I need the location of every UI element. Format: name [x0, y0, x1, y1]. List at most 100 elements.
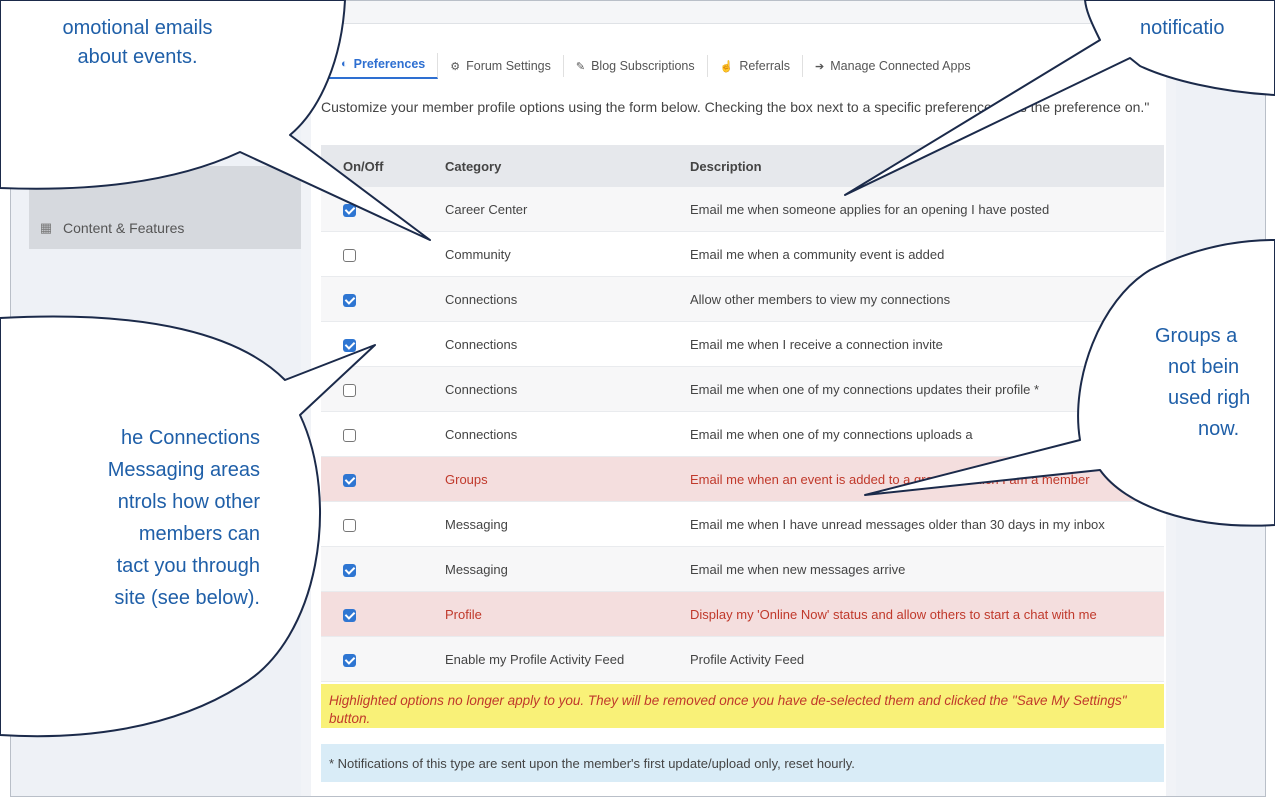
tab-label: Blog Subscriptions: [591, 59, 695, 73]
highlight-note: Highlighted options no longer apply to y…: [321, 684, 1164, 728]
grid-icon: ▦: [39, 220, 53, 235]
preference-checkbox[interactable]: [343, 608, 356, 622]
groups-callout-line-2: not bein: [1168, 356, 1240, 378]
sidebar-item-label: Content & Features: [63, 220, 185, 236]
groups-callout-line-1: Groups a: [1155, 325, 1238, 347]
tab-referrals[interactable]: ☝ Referrals: [708, 55, 804, 77]
toggle-icon: ◐: [341, 58, 348, 70]
edit-icon: ✎: [575, 60, 586, 73]
checkbox-cell: [321, 187, 445, 232]
groups-callout-line-3: used righ: [1168, 387, 1251, 409]
preference-checkbox[interactable]: [343, 653, 356, 667]
table-row: Connections Email me when I receive a con…: [321, 321, 1164, 367]
preference-checkbox[interactable]: [343, 518, 356, 532]
table-row: Groups Email me when an event is added to…: [321, 456, 1164, 502]
preference-checkbox[interactable]: [343, 248, 356, 262]
category-cell: Connections: [445, 366, 690, 412]
description-cell: Allow other members to view my connectio…: [690, 276, 1164, 322]
preference-checkbox[interactable]: [343, 563, 356, 577]
category-cell: Messaging: [445, 546, 690, 592]
sidebar-item-previous[interactable]: [29, 166, 301, 208]
category-cell: Connections: [445, 321, 690, 367]
header-category: Category: [445, 145, 690, 187]
category-cell: Connections: [445, 411, 690, 457]
category-cell: Career Center: [445, 187, 690, 232]
table-row: Profile Display my 'Online Now' status an…: [321, 591, 1164, 637]
description-cell: Email me when someone applies for an ope…: [690, 187, 1164, 232]
table-header-row: On/Off Category Description: [321, 145, 1164, 187]
table-row: Messaging Email me when new messages arri…: [321, 546, 1164, 592]
thumbs-up-icon: ☝: [719, 60, 734, 73]
gears-icon: ⚙: [450, 60, 461, 73]
notification-callout-line-1: notificatio: [1140, 17, 1225, 39]
app-frame: ▦ Content & Features ◐ Preferences ⚙ For…: [10, 0, 1266, 797]
tab-preferences[interactable]: ◐ Preferences: [329, 53, 439, 79]
checkbox-cell: [321, 276, 445, 322]
tab-manage-connected-apps[interactable]: ➔ Manage Connected Apps: [803, 55, 983, 77]
checkbox-cell: [321, 546, 445, 592]
tab-label: Preferences: [353, 57, 426, 71]
tab-forum-settings[interactable]: ⚙ Forum Settings: [438, 55, 564, 77]
connections-callout-line-6: site (see below).: [114, 587, 260, 609]
checkbox-cell: [321, 636, 445, 682]
checkbox-cell: [321, 456, 445, 502]
checkbox-cell: [321, 411, 445, 457]
preference-checkbox[interactable]: [343, 338, 356, 352]
description-cell: Email me when one of my connections uplo…: [690, 411, 1164, 457]
category-cell: Connections: [445, 276, 690, 322]
category-cell: Messaging: [445, 501, 690, 547]
tab-label: Referrals: [739, 59, 791, 73]
table-row: Connections Email me when one of my conne…: [321, 411, 1164, 457]
preference-checkbox[interactable]: [343, 428, 356, 442]
category-cell: Enable my Profile Activity Feed: [445, 636, 690, 682]
description-cell: Email me when I have unread messages old…: [690, 501, 1164, 547]
checkbox-cell: [321, 366, 445, 412]
category-cell: Profile: [445, 591, 690, 637]
top-bar: [311, 1, 1166, 24]
connections-callout-line-2: Messaging areas: [107, 459, 260, 481]
preferences-table: On/Off Category Description Career Cente…: [321, 145, 1164, 682]
table-row: Connections Email me when one of my conne…: [321, 366, 1164, 412]
header-description: Description: [690, 145, 1164, 187]
main-content: ◐ Preferences ⚙ Forum Settings ✎ Blog Su…: [311, 1, 1166, 796]
preference-checkbox[interactable]: [343, 203, 356, 217]
description-cell: Email me when a community event is added: [690, 231, 1164, 277]
checkbox-cell: [321, 591, 445, 637]
checkbox-cell: [321, 321, 445, 367]
groups-callout-line-4: now.: [1198, 418, 1240, 440]
promo-callout-line-1: omotional emails: [62, 17, 213, 39]
preference-checkbox[interactable]: [343, 473, 356, 487]
description-cell: Email me when an event is added to a gro…: [690, 456, 1164, 502]
checkbox-cell: [321, 231, 445, 277]
sidebar-item-content-features[interactable]: ▦ Content & Features: [29, 207, 301, 249]
asterisk-note: * Notifications of this type are sent up…: [321, 744, 1164, 782]
tab-bar: ◐ Preferences ⚙ Forum Settings ✎ Blog Su…: [329, 53, 983, 79]
sign-in-icon: ➔: [815, 60, 825, 73]
table-row: Community Email me when a community event…: [321, 231, 1164, 277]
intro-text: Customize your member profile options us…: [321, 99, 1150, 115]
tab-label: Forum Settings: [466, 59, 551, 73]
category-cell: Groups: [445, 456, 690, 502]
table-row: Career Center Email me when someone appli…: [321, 187, 1164, 232]
category-cell: Community: [445, 231, 690, 277]
preference-checkbox[interactable]: [343, 383, 356, 397]
connections-callout-line-5: tact you through: [116, 555, 260, 577]
description-cell: Display my 'Online Now' status and allow…: [690, 591, 1164, 637]
preference-checkbox[interactable]: [343, 293, 356, 307]
header-on-off: On/Off: [321, 145, 445, 187]
table-row: Messaging Email me when I have unread mes…: [321, 501, 1164, 547]
table-row: Connections Allow other members to view m…: [321, 276, 1164, 322]
description-cell: Email me when one of my connections upda…: [690, 366, 1164, 412]
description-cell: Email me when new messages arrive: [690, 546, 1164, 592]
tab-blog-subscriptions[interactable]: ✎ Blog Subscriptions: [564, 55, 708, 77]
description-cell: Email me when I receive a connection inv…: [690, 321, 1164, 367]
tab-label: Manage Connected Apps: [830, 59, 971, 73]
connections-callout-line-3: ntrols how other: [117, 491, 260, 513]
connections-callout-line-1: he Connections: [121, 427, 260, 449]
connections-callout-line-4: members can: [138, 523, 260, 545]
description-cell: Profile Activity Feed: [690, 636, 1164, 682]
promo-callout-line-2: about events.: [77, 46, 198, 68]
checkbox-cell: [321, 501, 445, 547]
sidebar: ▦ Content & Features: [11, 1, 301, 796]
table-row: Enable my Profile Activity Feed Profile A…: [321, 636, 1164, 682]
